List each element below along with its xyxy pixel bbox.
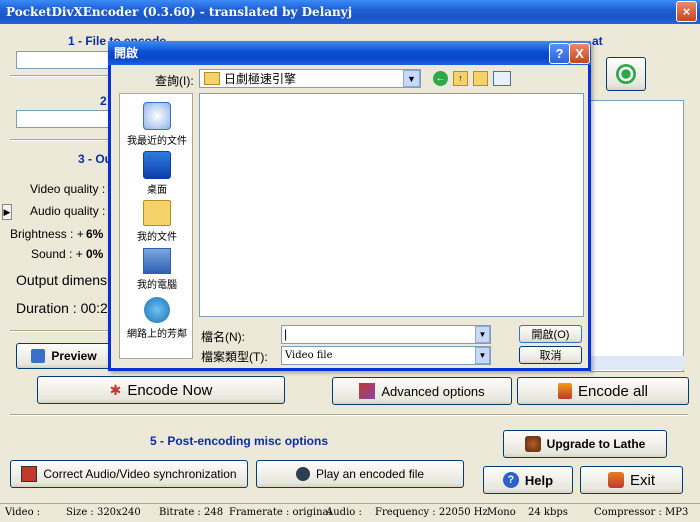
main-window-title: PocketDivXEncoder (0.3.60) - translated … [6, 5, 353, 19]
play-icon [295, 467, 310, 481]
section2-title: 2 [100, 94, 107, 108]
network-globe-icon [144, 297, 170, 323]
preview-icon [31, 349, 46, 363]
dialog-help-button[interactable]: ? [549, 43, 570, 64]
brightness-label: Brightness : + [10, 227, 84, 241]
help-button[interactable]: ? Help [483, 466, 573, 494]
status-kbps: 24 kbps [528, 507, 568, 518]
lookin-dropdown[interactable]: 日劇極速引擎 [199, 69, 421, 88]
chevron-down-icon[interactable]: ▼ [475, 347, 490, 364]
format-list-scrollbar[interactable] [590, 356, 684, 370]
chevron-down-icon[interactable]: ▼ [403, 70, 420, 87]
advanced-options-button[interactable]: Advanced options [332, 377, 512, 405]
sound-value: 0% [86, 247, 104, 261]
format-refresh-button[interactable] [606, 57, 646, 91]
encode-now-button[interactable]: ✱ Encode Now [37, 376, 285, 404]
refresh-icon [616, 64, 636, 84]
my-documents-folder-icon [143, 200, 171, 226]
filename-input[interactable]: | [281, 325, 491, 344]
file-list[interactable] [199, 93, 584, 317]
recent-docs-icon [143, 102, 171, 130]
status-audio: Audio : [326, 507, 362, 518]
filetype-label: 檔案類型(T): [201, 350, 268, 364]
view-menu-icon[interactable] [493, 71, 511, 86]
lookin-label: 查詢(I): [155, 74, 194, 88]
exit-button[interactable]: Exit [580, 466, 683, 494]
tools-icon [359, 383, 376, 399]
section3-title: 3 - Ou [78, 152, 113, 166]
status-frequency: Frequency : 22050 Hz [375, 507, 488, 518]
dialog-cancel-button[interactable]: 取消 [519, 346, 582, 364]
correct-av-sync-button[interactable]: Correct Audio/Video synchronization [10, 460, 248, 488]
main-title-bar: PocketDivXEncoder (0.3.60) - translated … [0, 0, 700, 24]
duration-label: Duration : 00:29 [16, 300, 116, 316]
folder-icon [204, 72, 220, 85]
status-compressor: Compressor : MP3 [594, 507, 689, 518]
place-my-computer[interactable]: 我的電腦 [120, 248, 194, 291]
place-recent[interactable]: 我最近的文件 [120, 102, 194, 147]
section5-title: 5 - Post-encoding misc options [150, 434, 329, 448]
my-computer-icon [143, 248, 171, 274]
main-close-button[interactable]: × [676, 1, 697, 22]
expand-arrow-icon[interactable]: ▶ [2, 204, 12, 220]
status-bitrate: Bitrate : 248 [159, 507, 224, 518]
exit-icon [607, 472, 624, 488]
place-desktop[interactable]: 桌面 [120, 151, 194, 196]
new-folder-icon[interactable] [473, 71, 488, 86]
audio-quality-label: Audio quality : [30, 204, 106, 218]
output-dimension-label: Output dimensi [16, 272, 111, 288]
up-folder-icon[interactable]: ↑ [453, 71, 468, 86]
open-file-dialog: 開啟 ? X 查詢(I): 日劇極速引擎 ▼ ← ↑ 我最近的文件 桌面 我的文… [108, 41, 591, 371]
filetype-dropdown[interactable]: Video file [281, 346, 491, 365]
brightness-value: 6% [86, 227, 104, 241]
back-icon[interactable]: ← [433, 71, 448, 86]
separator [10, 330, 110, 332]
section4-title: at [592, 34, 603, 48]
sound-label: Sound : + [31, 247, 83, 261]
upgrade-to-lathe-button[interactable]: Upgrade to Lathe [503, 430, 667, 458]
status-channels: Mono [487, 507, 516, 518]
lathe-icon [524, 436, 541, 452]
sync-icon [21, 466, 38, 482]
gear-icon: ✱ [109, 381, 122, 398]
encode-all-icon [557, 383, 572, 399]
desktop-icon [143, 151, 171, 179]
play-encoded-button[interactable]: Play an encoded file [256, 460, 464, 488]
status-bar: Video : Size : 320x240 Bitrate : 248 Fra… [0, 503, 700, 522]
chevron-down-icon[interactable]: ▼ [475, 326, 490, 343]
help-icon: ? [502, 472, 519, 488]
format-list[interactable] [590, 100, 684, 372]
places-bar: 我最近的文件 桌面 我的文件 我的電腦 網路上的芳鄰 [119, 93, 193, 359]
dialog-title-bar: 開啟 [108, 41, 591, 65]
text-cursor: | [284, 327, 288, 341]
place-network[interactable]: 網路上的芳鄰 [120, 297, 194, 340]
video-quality-label: Video quality : 1 [30, 182, 116, 196]
dialog-open-button[interactable]: 開啟(O) [519, 325, 582, 343]
status-size: Size : 320x240 [66, 507, 141, 518]
separator [10, 414, 688, 416]
status-video: Video : [5, 507, 41, 518]
place-my-documents[interactable]: 我的文件 [120, 200, 194, 243]
encode-all-button[interactable]: Encode all [517, 377, 689, 405]
status-framerate: Framerate : original [229, 507, 332, 518]
filename-label: 檔名(N): [201, 330, 245, 344]
preview-button[interactable]: Preview [16, 343, 112, 369]
dialog-title: 開啟 [114, 46, 139, 60]
dialog-close-button[interactable]: X [569, 43, 590, 64]
